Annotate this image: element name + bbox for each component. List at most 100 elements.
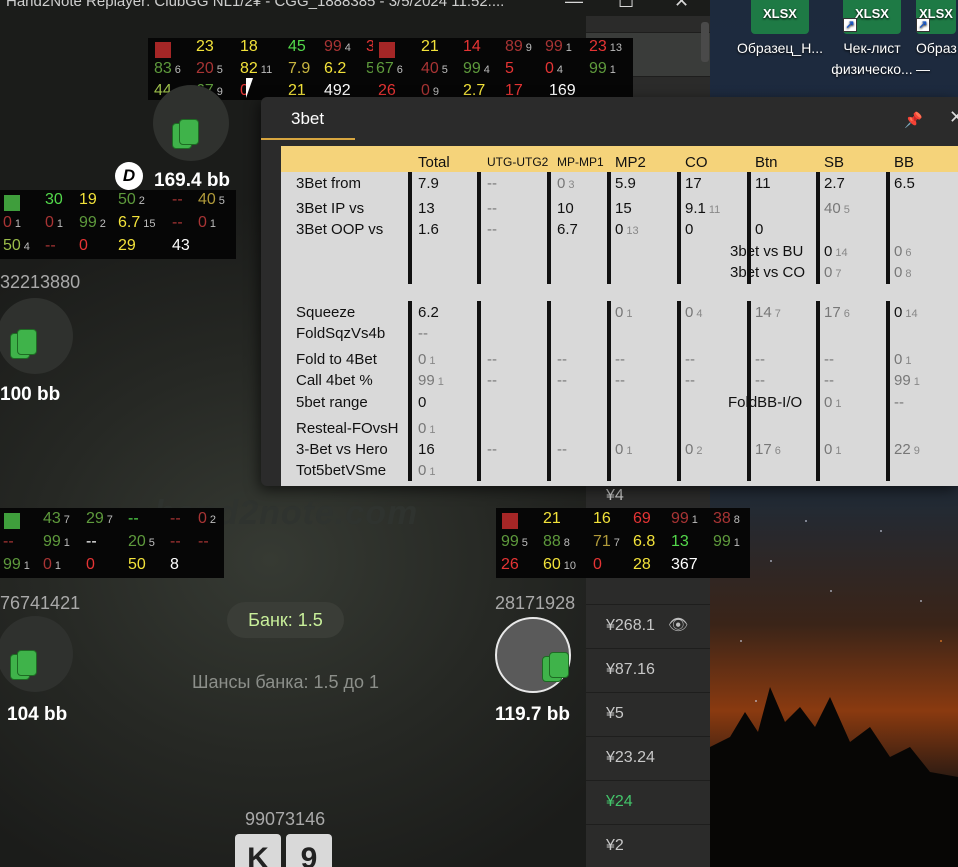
stat-value: 0 <box>824 243 833 260</box>
stat-cell[interactable]: 07 <box>824 264 841 281</box>
stat-cell[interactable]: 99 1 <box>418 372 444 389</box>
column-divider <box>747 301 751 481</box>
list-item[interactable]: ¥5 <box>586 692 710 736</box>
stat-value: 0 <box>824 441 833 458</box>
column-divider <box>677 301 681 481</box>
stat-cell[interactable]: 17 6 <box>824 304 850 321</box>
stat-cell[interactable]: 10 <box>557 200 574 217</box>
row-label: Tot5betVSme <box>296 462 387 479</box>
stat-cell[interactable]: 22 9 <box>894 441 920 458</box>
hud-stat: 28 <box>633 556 651 573</box>
stat-cell[interactable]: 9.1 11 <box>685 200 720 217</box>
stat-cell[interactable]: 08 <box>894 264 911 281</box>
stat-cell[interactable]: 01 <box>615 304 632 321</box>
stat-cell[interactable]: -- <box>615 372 625 389</box>
pin-icon[interactable]: 📌 <box>904 111 923 129</box>
stat-cell[interactable]: -- <box>557 372 567 389</box>
stat-cell[interactable]: 01 <box>824 441 841 458</box>
stat-cell[interactable]: 0 <box>418 394 426 411</box>
hud-stat: 40 <box>198 191 216 208</box>
stat-cell[interactable]: -- <box>487 175 497 192</box>
stat-cell[interactable]: 14 7 <box>755 304 781 321</box>
stat-cell[interactable]: 01 <box>418 351 435 368</box>
stat-sample: 1 <box>835 445 842 457</box>
tab-3bet[interactable]: 3bet <box>261 97 355 140</box>
stat-cell[interactable]: -- <box>894 394 904 411</box>
list-item[interactable]: ¥23.24 <box>586 736 710 780</box>
desktop-file-icon-1[interactable]: XLSX Образец_Н... <box>730 0 830 59</box>
stat-cell[interactable]: 01 <box>418 420 435 437</box>
list-item[interactable]: ¥2 <box>586 824 710 867</box>
stat-cell[interactable]: 7.9 <box>418 175 439 192</box>
stat-value: 17 <box>824 304 841 321</box>
stat-value: 17 <box>755 441 772 458</box>
row-label: Resteal-FOvsH <box>296 420 399 437</box>
stat-cell[interactable]: 15 <box>615 200 632 217</box>
stat-cell[interactable]: 06 <box>894 243 911 260</box>
stat-sample: 14 <box>835 247 848 259</box>
stat-cell[interactable]: 0 14 <box>824 243 848 260</box>
stat-cell[interactable]: 6.2 <box>418 304 439 321</box>
stat-cell[interactable]: 6.5 <box>894 175 915 192</box>
stat-cell[interactable]: -- <box>615 351 625 368</box>
stat-cell[interactable]: -- <box>824 351 834 368</box>
stat-cell[interactable]: 04 <box>685 304 702 321</box>
col-header-utg: UTG-UTG2 <box>487 155 549 169</box>
stat-cell[interactable]: 0 <box>685 221 693 238</box>
stat-cell[interactable]: 01 <box>894 351 911 368</box>
list-item[interactable]: ¥87.16 <box>586 648 710 692</box>
stat-cell[interactable]: -- <box>487 441 497 458</box>
stat-cell[interactable]: -- <box>487 372 497 389</box>
minimize-button[interactable]: — <box>565 0 583 12</box>
stat-cell[interactable]: -- <box>685 372 695 389</box>
stat-cell[interactable]: 17 <box>685 175 702 192</box>
close-window-button[interactable]: ✕ <box>674 0 689 12</box>
stat-cell[interactable]: -- <box>824 372 834 389</box>
stat-cell[interactable]: -- <box>557 441 567 458</box>
stat-cell[interactable]: 0 13 <box>615 221 639 238</box>
hud-left-lower-player[interactable]: 43 7 29 7 -- -- 02 -- 99 1 -- 20 5 -- -- 99 1… <box>0 508 224 578</box>
stat-cell[interactable]: 03 <box>557 175 574 192</box>
stat-cell[interactable]: 13 <box>418 200 435 217</box>
popup-close-button[interactable]: ✕ <box>949 107 958 128</box>
eye-icon[interactable]: 👁 <box>668 615 688 635</box>
stat-cell[interactable]: 0 14 <box>894 304 918 321</box>
stat-cell[interactable]: -- <box>755 351 765 368</box>
stat-cell[interactable]: 01 <box>615 441 632 458</box>
stat-value: 0 <box>894 304 903 321</box>
stat-cell[interactable]: 16 <box>418 441 435 458</box>
stat-cell[interactable]: -- <box>487 351 497 368</box>
stat-cell[interactable]: 0 <box>755 221 763 238</box>
desktop-file-icon-3[interactable]: XLSX ↗ Образ — <box>916 0 958 80</box>
list-item[interactable]: ¥268.1 👁 <box>586 604 710 648</box>
hud-color-marker <box>155 42 171 58</box>
stat-cell[interactable]: -- <box>487 221 497 238</box>
stat-cell[interactable]: 40 5 <box>824 200 850 217</box>
desktop-file-icon-2[interactable]: XLSX ↗ Чек-лист физическо... <box>822 0 922 80</box>
stat-cell[interactable]: 11 <box>755 175 771 192</box>
hud-right-player[interactable]: 21 16 69 99 1 38 8 99 5 88 8 71 7 6.8 13 99 1 … <box>496 508 750 578</box>
stat-cell[interactable]: 01 <box>824 394 841 411</box>
stat-cell[interactable]: 6.7 <box>557 221 578 238</box>
stat-cell[interactable]: 01 <box>418 462 435 479</box>
stat-cell[interactable]: 1.6 <box>418 221 439 238</box>
stat-cell[interactable]: -- <box>418 325 428 342</box>
stat-cell[interactable]: -- <box>755 372 765 389</box>
stat-cell[interactable]: -- <box>557 351 567 368</box>
replayer-window: Hand2Note Replayer: ClubGG NL1/2¥ - CGG_… <box>0 0 958 867</box>
stat-cell[interactable]: 2.7 <box>824 175 845 192</box>
stat-cell[interactable]: 02 <box>685 441 702 458</box>
stat-cell[interactable]: -- <box>487 200 497 217</box>
stat-cell[interactable]: 5.9 <box>615 175 636 192</box>
stat-cell[interactable]: -- <box>685 351 695 368</box>
hud-sample: 1 <box>565 42 572 54</box>
scrollbar-thumb[interactable] <box>701 22 709 62</box>
hud-left-upper-player[interactable]: 30 19 50 2 -- 40 5 01 01 99 2 6.7 15 -- 01 5… <box>0 190 236 259</box>
stat-cell[interactable]: 17 6 <box>755 441 781 458</box>
hud-stat: 0 <box>198 214 207 231</box>
stat-cell[interactable]: 99 1 <box>894 372 920 389</box>
title-bar: Hand2Note Replayer: ClubGG NL1/2¥ - CGG_… <box>0 0 710 16</box>
maximize-button[interactable]: ☐ <box>618 0 634 12</box>
list-item[interactable]: ¥24 <box>586 780 710 824</box>
hud-top-player-b[interactable]: 21 14 89 9 99 1 23 13 67 6 40 5 99 4 5 04 99 1 … <box>373 38 633 100</box>
